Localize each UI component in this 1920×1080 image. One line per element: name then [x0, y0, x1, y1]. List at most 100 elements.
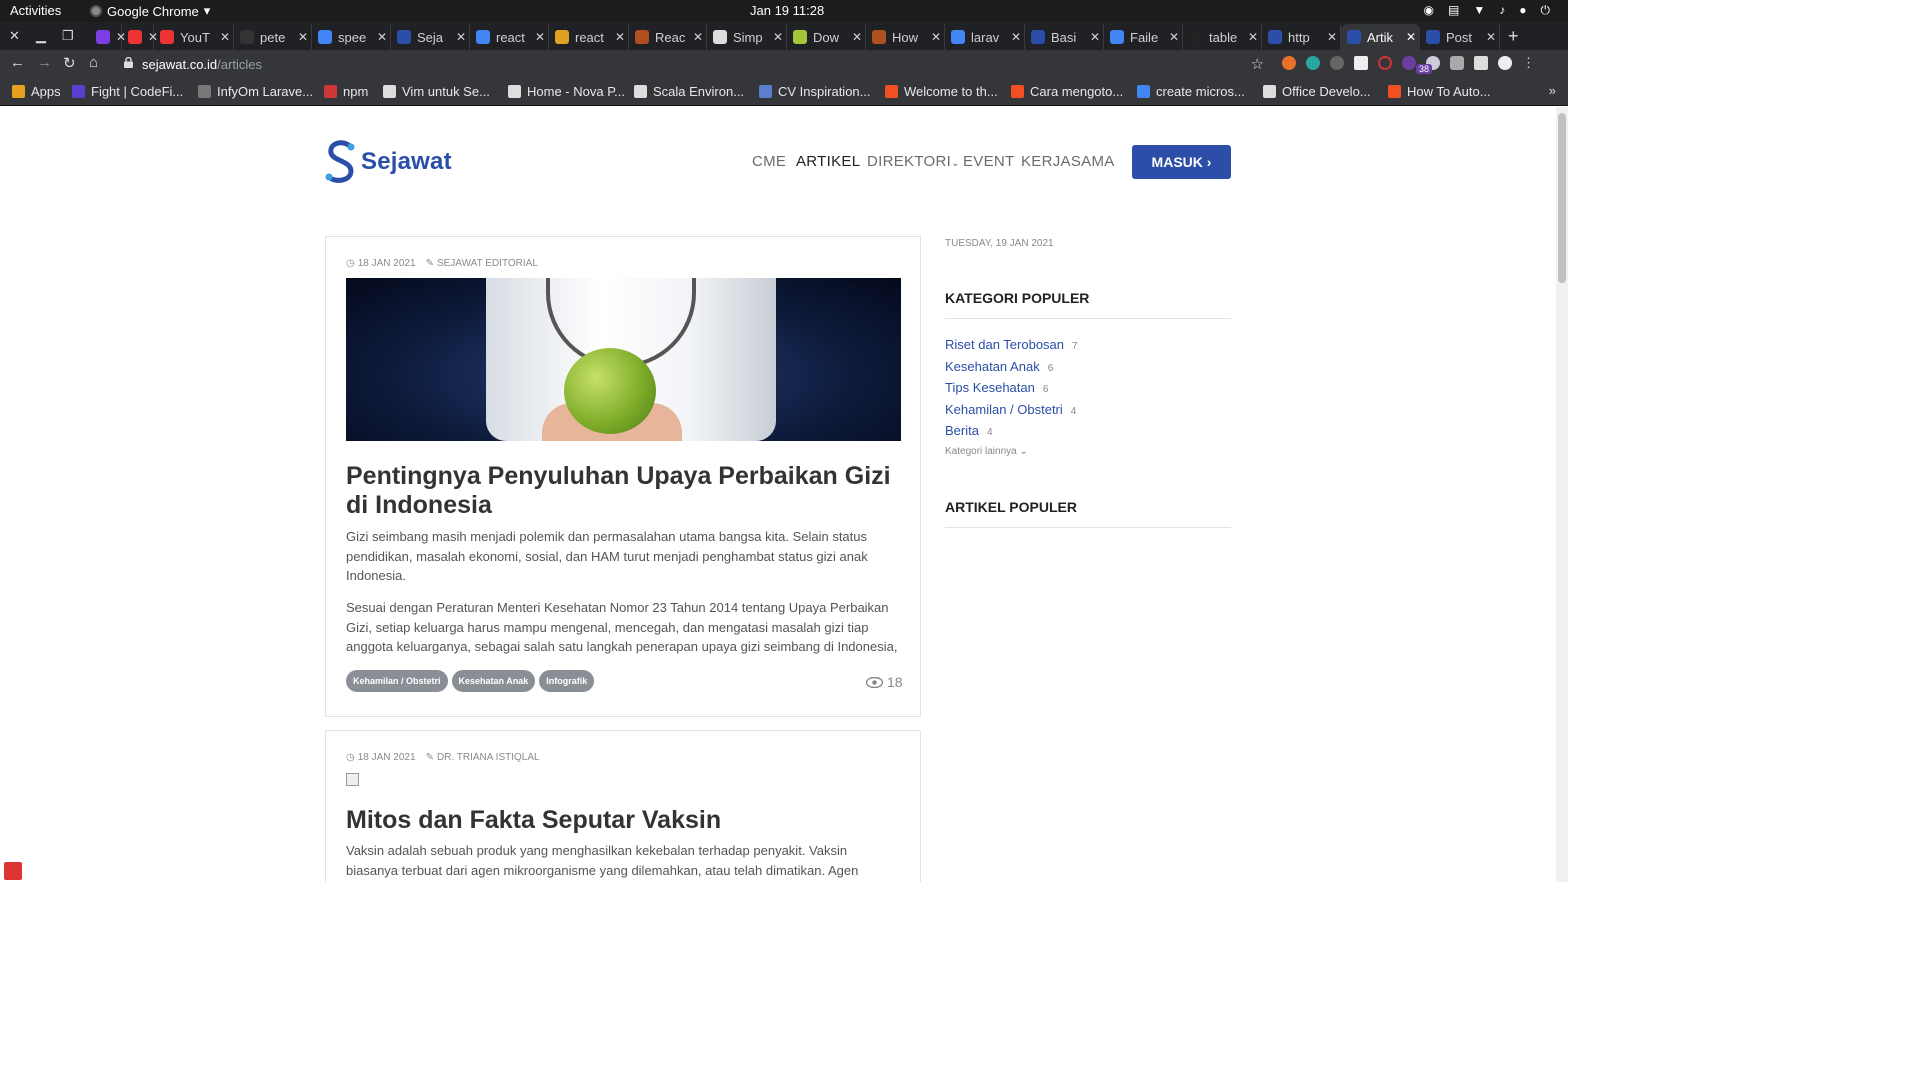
mic-icon[interactable]: ●: [1519, 3, 1526, 18]
page-scrollbar[interactable]: [1556, 107, 1568, 882]
tab[interactable]: YouT ✕: [154, 24, 234, 50]
tab[interactable]: spee ✕: [312, 24, 391, 50]
address-bar[interactable]: sejawat.co.id/articles ☆: [112, 52, 1272, 76]
close-tab-icon[interactable]: ✕: [849, 30, 865, 44]
close-tab-icon[interactable]: ✕: [295, 30, 311, 44]
activities-button[interactable]: Activities: [10, 3, 61, 18]
nav-kerjasama[interactable]: KERJASAMA: [1021, 153, 1115, 170]
extension-icon[interactable]: [1378, 56, 1392, 70]
bookmark-item[interactable]: How To Auto...: [1388, 84, 1491, 99]
close-tab-icon[interactable]: ✕: [453, 30, 469, 44]
tag-chip[interactable]: Kehamilan / Obstetri: [346, 670, 448, 692]
extension-icon[interactable]: [1330, 56, 1344, 70]
close-tab-icon[interactable]: ✕: [1087, 30, 1103, 44]
close-tab-icon[interactable]: ✕: [532, 30, 548, 44]
article-image[interactable]: [346, 278, 901, 441]
close-tab-icon[interactable]: ✕: [928, 30, 944, 44]
bookmark-item[interactable]: CV Inspiration...: [759, 84, 871, 99]
bookmark-item[interactable]: Office Develo...: [1263, 84, 1371, 99]
bookmark-item[interactable]: InfyOm Larave...: [198, 84, 313, 99]
close-window-icon[interactable]: ✕: [9, 28, 20, 44]
bookmark-item[interactable]: Welcome to th...: [885, 84, 998, 99]
article-title[interactable]: Pentingnya Penyuluhan Upaya Perbaikan Gi…: [346, 462, 901, 520]
bookmark-item[interactable]: Vim untuk Se...: [383, 84, 490, 99]
scrollbar-thumb[interactable]: [1558, 113, 1566, 283]
tab[interactable]: Artik ✕: [1341, 24, 1420, 50]
bookmark-item[interactable]: npm: [324, 84, 368, 99]
puzzle-extensions-icon[interactable]: [1474, 56, 1488, 70]
close-tab-icon[interactable]: ✕: [1324, 30, 1340, 44]
notification-icon[interactable]: [4, 862, 22, 880]
power-icon[interactable]: ⏻: [1541, 3, 1551, 18]
login-button[interactable]: MASUK ›: [1132, 145, 1231, 179]
tab[interactable]: react ✕: [549, 24, 629, 50]
extension-icon[interactable]: [1354, 56, 1368, 70]
volume-icon[interactable]: ♪: [1499, 3, 1505, 18]
extension-icon[interactable]: [1282, 56, 1296, 70]
close-tab-icon[interactable]: ✕: [770, 30, 786, 44]
menu-kebab-icon[interactable]: ⋮: [1522, 56, 1535, 70]
tab[interactable]: Faile ✕: [1104, 24, 1183, 50]
update-icon[interactable]: ◉: [1424, 3, 1434, 18]
home-icon[interactable]: ⌂: [89, 54, 98, 71]
tab[interactable]: Dow ✕: [787, 24, 866, 50]
tab[interactable]: pete ✕: [234, 24, 312, 50]
tab[interactable]: How ✕: [866, 24, 945, 50]
broken-image-icon[interactable]: [346, 773, 359, 786]
bookmark-item[interactable]: Home - Nova P...: [508, 84, 625, 99]
close-tab-icon[interactable]: ✕: [612, 30, 628, 44]
site-logo[interactable]: Sejawat: [325, 139, 452, 185]
tab[interactable]: table ✕: [1183, 24, 1262, 50]
nav-event[interactable]: EVENT: [963, 153, 1015, 170]
category-item[interactable]: Tips Kesehatan 6: [945, 378, 1078, 400]
bookmark-item[interactable]: create micros...: [1137, 84, 1245, 99]
wifi-icon[interactable]: ▼: [1473, 3, 1485, 18]
category-item[interactable]: Riset dan Terobosan 7: [945, 335, 1078, 357]
bookmark-item[interactable]: Apps: [12, 84, 61, 99]
article-author[interactable]: ✎ DR. TRIANA ISTIQLAL: [426, 752, 540, 763]
back-icon[interactable]: ←: [10, 54, 25, 71]
tab[interactable]: ✕: [122, 24, 158, 50]
bookmark-item[interactable]: Cara mengoto...: [1011, 84, 1123, 99]
nav-artikel[interactable]: ARTIKEL: [796, 153, 860, 170]
more-bookmarks-icon[interactable]: »: [1549, 83, 1556, 98]
forward-icon[interactable]: →: [37, 54, 52, 71]
tab[interactable]: Basi ✕: [1025, 24, 1104, 50]
close-tab-icon[interactable]: ✕: [690, 30, 706, 44]
tag-chip[interactable]: Infografik: [539, 670, 595, 692]
category-item[interactable]: Kesehatan Anak 6: [945, 357, 1078, 379]
close-tab-icon[interactable]: ✕: [1166, 30, 1182, 44]
reload-icon[interactable]: ↻: [63, 54, 76, 72]
nav-direktori[interactable]: DIREKTORI⌄: [867, 153, 960, 170]
bookmark-star-icon[interactable]: ☆: [1251, 55, 1264, 73]
close-tab-icon[interactable]: ✕: [1483, 30, 1499, 44]
tab[interactable]: larav ✕: [945, 24, 1025, 50]
bookmark-item[interactable]: Fight | CodeFi...: [72, 84, 183, 99]
close-tab-icon[interactable]: ✕: [217, 30, 233, 44]
notes-icon[interactable]: ▤: [1448, 3, 1459, 18]
article-title[interactable]: Mitos dan Fakta Seputar Vaksin: [346, 806, 901, 835]
extension-icon[interactable]: [1306, 56, 1320, 70]
article-author[interactable]: ✎ SEJAWAT EDITORIAL: [426, 258, 538, 269]
close-tab-icon[interactable]: ✕: [374, 30, 390, 44]
close-tab-icon[interactable]: ✕: [1403, 30, 1419, 44]
system-tray[interactable]: ◉ ▤ ▼ ♪ ● ⏻: [1424, 3, 1550, 18]
bookmark-item[interactable]: Scala Environ...: [634, 84, 744, 99]
new-tab-button[interactable]: +: [1508, 26, 1519, 47]
restore-window-icon[interactable]: ❐: [62, 28, 74, 44]
nav-cme[interactable]: CME: [752, 153, 786, 170]
camera-extension-icon[interactable]: [1450, 56, 1464, 70]
tab[interactable]: ✕: [90, 24, 126, 50]
tab[interactable]: Simp ✕: [707, 24, 787, 50]
more-categories-link[interactable]: Kategori lainnya ⌄: [945, 446, 1028, 457]
tag-chip[interactable]: Kesehatan Anak: [451, 670, 536, 692]
minimize-window-icon[interactable]: ▁: [36, 28, 46, 44]
extension-icon[interactable]: [1402, 56, 1416, 70]
app-menu[interactable]: Google Chrome ▾: [90, 3, 210, 19]
clock[interactable]: Jan 19 11:28: [750, 3, 824, 18]
close-tab-icon[interactable]: ✕: [1008, 30, 1024, 44]
tab[interactable]: Seja ✕: [391, 24, 470, 50]
close-tab-icon[interactable]: ✕: [1245, 30, 1261, 44]
tab[interactable]: react ✕: [470, 24, 549, 50]
tab[interactable]: Post ✕: [1420, 24, 1500, 50]
